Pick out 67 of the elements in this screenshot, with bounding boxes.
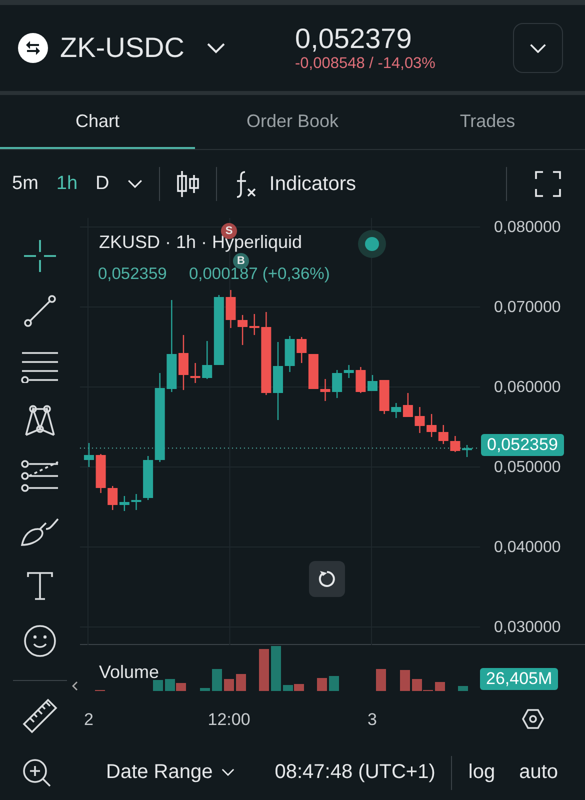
date-range-button[interactable]: Date Range [106,761,235,784]
candle [379,380,390,414]
crosshair-icon [22,238,58,274]
candle [368,375,378,391]
volume-label: Volume [99,662,160,683]
trend-line-icon [23,294,57,328]
chevron-down-icon [529,42,547,54]
collapse-chevron-icon[interactable] [72,681,78,691]
price-axis-label: 0,060000 [494,379,561,397]
trade-marker: B [233,253,249,269]
time-axis-label: 2 [84,710,94,730]
legend-value: 0,052359 [98,265,167,284]
price-change: -0,008548 / -14,03% [295,55,436,73]
fullscreen-icon[interactable] [535,171,561,197]
candle [320,379,330,401]
price-axis-label: 0,030000 [494,619,561,637]
auto-scale-button[interactable]: auto [519,761,558,784]
candle [414,407,425,433]
candle [450,436,460,452]
interval-chevron-icon [127,179,144,189]
interval-button[interactable]: 1h [56,173,78,195]
pair-name: ZK-USDC [60,32,184,64]
price-axis-label: 0,050000 [494,459,561,477]
zoom-in-icon[interactable] [22,758,52,788]
price-axis-label: 0,040000 [494,539,561,557]
candle [190,363,200,383]
interval-button[interactable]: D [96,173,110,195]
reset-button[interactable] [309,561,345,597]
candle [226,290,236,328]
candle [131,494,142,510]
candle [96,454,106,493]
tab[interactable]: Trades [390,95,585,149]
candle [426,414,437,437]
settings-icon[interactable] [521,707,545,731]
candle [438,425,448,444]
text-tool-icon [26,571,54,601]
indicators-button[interactable]: Indicators [233,170,356,198]
reset-icon [317,569,337,589]
candle [308,354,318,389]
price-axis-label: 0,070000 [494,299,561,317]
time-axis-label: 12:00 [208,710,250,730]
ruler-icon [22,698,58,734]
live-indicator-icon [358,230,386,258]
time-axis-label: 3 [367,710,377,730]
swap-logo-icon [18,33,48,63]
volume-value-tag: 26,405M [480,668,558,690]
parallel-lines-icon [21,349,59,383]
interval-button[interactable]: 5m [12,173,38,195]
tab[interactable]: Chart [0,95,195,149]
candle [238,315,248,345]
candle [249,314,260,335]
chevron-down-icon [220,768,235,777]
candle [462,445,472,457]
log-scale-button[interactable]: log [468,761,496,784]
last-price: 0,052379 [295,23,413,55]
candle [296,337,307,363]
candle [284,336,295,372]
candle [84,443,94,467]
fib-levels-icon [21,459,59,493]
candlestick-icon[interactable] [176,170,200,198]
pair-chevron-icon [206,42,226,54]
price-axis-label: 0,080000 [494,219,561,237]
candle [356,367,366,393]
tab[interactable]: Order Book [195,95,390,149]
smiley-icon [23,624,57,658]
last-price-tag: 0,052359 [481,434,564,456]
time-zone-clock: 08:47:48 (UTC+1) [274,761,436,784]
